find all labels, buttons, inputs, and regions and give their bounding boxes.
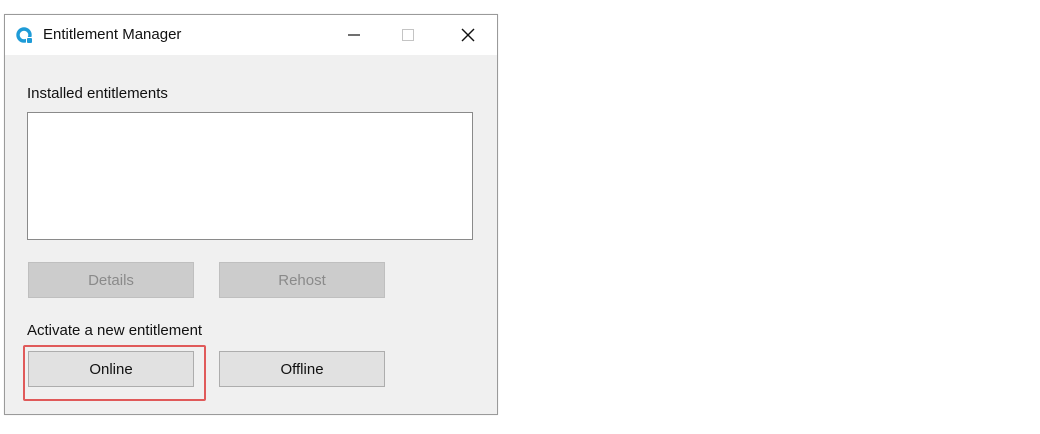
installed-entitlements-label: Installed entitlements	[27, 85, 168, 102]
installed-entitlements-list[interactable]	[27, 112, 473, 240]
entitlement-manager-window: Entitlement Manager Installed entitlemen…	[4, 14, 498, 415]
activate-new-entitlement-label: Activate a new entitlement	[27, 322, 203, 339]
minimize-icon	[348, 34, 360, 36]
offline-button[interactable]: Offline	[219, 351, 385, 387]
title-bar[interactable]: Entitlement Manager	[5, 15, 497, 55]
minimize-button[interactable]	[331, 15, 377, 55]
entitlement-manager-logo-icon	[16, 27, 34, 45]
maximize-icon	[402, 29, 414, 41]
window-title: Entitlement Manager	[43, 26, 182, 43]
close-button[interactable]	[445, 15, 491, 55]
online-button[interactable]: Online	[28, 351, 194, 387]
screenshot-canvas: Entitlement Manager Installed entitlemen…	[0, 0, 1040, 434]
close-icon	[461, 28, 475, 42]
maximize-button[interactable]	[385, 15, 431, 55]
details-button[interactable]: Details	[28, 262, 194, 298]
rehost-button[interactable]: Rehost	[219, 262, 385, 298]
window-content: Installed entitlements Details Rehost Ac…	[5, 55, 497, 414]
